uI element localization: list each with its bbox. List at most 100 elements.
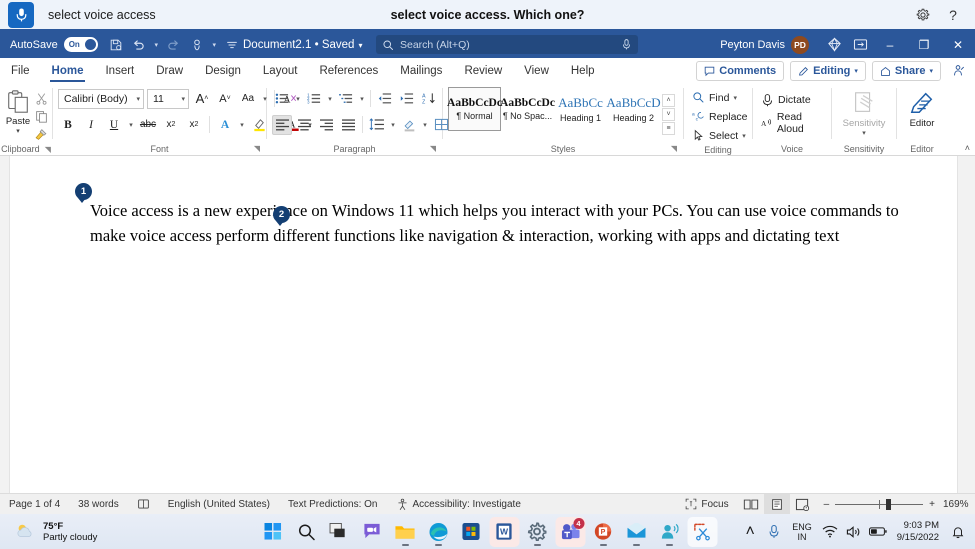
close-button[interactable]: ✕ [941, 31, 975, 58]
strikethrough-button[interactable]: abc [138, 115, 158, 135]
highlight-color-button[interactable] [249, 115, 269, 135]
people-button[interactable] [654, 517, 684, 547]
select-button[interactable]: Select ▾ [689, 126, 749, 145]
style-no-spacing[interactable]: AaBbCcDc ¶ No Spac... [500, 87, 555, 131]
style-heading-1[interactable]: AaBbCc Heading 1 [554, 87, 607, 131]
clipboard-dialog-launcher[interactable]: ◥ [45, 145, 51, 154]
teams-button[interactable]: 4 [555, 516, 585, 547]
chevron-down-icon[interactable]: ▾ [127, 121, 135, 129]
zoom-track[interactable] [835, 498, 924, 510]
word-button[interactable]: W [489, 516, 519, 547]
tab-references[interactable]: References [308, 58, 389, 84]
text-effects-button[interactable]: A [215, 115, 235, 135]
tab-file[interactable]: File [0, 58, 41, 84]
zoom-knob[interactable] [886, 498, 892, 510]
share-button[interactable]: Share ▾ [871, 61, 941, 81]
web-layout-icon[interactable] [790, 494, 816, 515]
grow-font-button[interactable]: A ˄ [192, 89, 212, 109]
tab-draw[interactable]: Draw [145, 58, 194, 84]
style-heading-2[interactable]: AaBbCcD Heading 2 [606, 87, 660, 131]
present-icon[interactable] [947, 61, 969, 81]
italic-button[interactable]: I [81, 115, 101, 135]
language-indicator[interactable]: ENG IN [787, 522, 817, 542]
chevron-down-icon[interactable]: ▾ [389, 121, 397, 129]
superscript-button[interactable]: x2 [184, 115, 204, 135]
line-spacing-icon[interactable] [367, 115, 387, 135]
tab-design[interactable]: Design [194, 58, 252, 84]
avatar[interactable]: PD [791, 35, 809, 54]
tab-review[interactable]: Review [453, 58, 513, 84]
styles-scroll-down-button[interactable]: ˅ [662, 108, 675, 121]
autosave-switch[interactable]: On [63, 37, 98, 52]
voice-access-number-badge-2[interactable]: 2 [273, 206, 290, 226]
autosave-toggle[interactable]: AutoSave On [10, 37, 98, 52]
chevron-down-icon[interactable]: ▾ [238, 121, 246, 129]
notification-bell-icon[interactable] [947, 517, 969, 547]
shrink-font-button[interactable]: A ˅ [215, 89, 235, 109]
word-count[interactable]: 38 words [69, 494, 128, 515]
style-normal[interactable]: AaBbCcDc ¶ Normal [447, 87, 502, 131]
underline-button[interactable]: U [104, 115, 124, 135]
shading-icon[interactable] [399, 115, 419, 135]
numbering-icon[interactable]: 1 2 3 [304, 89, 324, 109]
restore-button[interactable]: ❐ [907, 31, 941, 58]
document-page[interactable]: Voice access is a new experience on Wind… [9, 156, 958, 493]
help-icon[interactable]: ? [945, 7, 961, 23]
zoom-level[interactable]: 169% [943, 499, 975, 510]
print-layout-icon[interactable] [763, 493, 790, 515]
multilevel-list-icon[interactable] [336, 89, 356, 109]
accessibility-indicator[interactable]: Accessibility: Investigate [387, 494, 530, 515]
editing-button[interactable]: Editing ▾ [790, 61, 866, 81]
bold-button[interactable]: B [58, 115, 78, 135]
chevron-down-icon[interactable]: ▾ [16, 127, 20, 135]
diamond-icon[interactable] [821, 31, 847, 58]
search-box[interactable] [376, 35, 638, 54]
format-painter-icon[interactable] [31, 126, 51, 143]
minimize-button[interactable]: – [873, 31, 907, 58]
touch-icon[interactable] [187, 35, 207, 55]
font-size-combo[interactable]: 11 ▾ [147, 88, 189, 109]
styles-scroll-up-button[interactable]: ˄ [662, 94, 675, 107]
store-button[interactable] [456, 517, 486, 547]
redo-icon[interactable] [164, 35, 184, 55]
subscript-button[interactable]: x2 [161, 115, 181, 135]
chevron-down-icon[interactable]: ▾ [421, 121, 429, 129]
collapse-ribbon-icon[interactable]: ˄ [965, 143, 970, 153]
edge-button[interactable] [423, 517, 453, 547]
task-view-button[interactable] [324, 517, 354, 547]
chevron-up-icon[interactable]: ˄ [739, 517, 761, 547]
change-case-button[interactable]: Aa [238, 89, 258, 109]
comments-button[interactable]: Comments [696, 61, 785, 81]
align-left-icon[interactable] [272, 114, 292, 135]
chevron-down-icon[interactable]: ▾ [326, 95, 334, 103]
zoom-in-button[interactable]: + [929, 499, 935, 510]
tab-layout[interactable]: Layout [252, 58, 309, 84]
microphone-icon[interactable] [763, 517, 785, 547]
settings-button[interactable] [522, 517, 552, 547]
chat-button[interactable] [357, 517, 387, 547]
tab-insert[interactable]: Insert [94, 58, 145, 84]
language-indicator[interactable]: English (United States) [159, 494, 279, 515]
vertical-scrollbar[interactable] [961, 156, 975, 493]
page-indicator[interactable]: Page 1 of 4 [0, 494, 69, 515]
cut-icon[interactable] [31, 90, 51, 107]
powerpoint-button[interactable]: P [588, 517, 618, 547]
dictate-button[interactable]: Dictate [758, 90, 814, 109]
tab-home[interactable]: Home [41, 58, 95, 84]
gear-icon[interactable] [915, 7, 931, 23]
read-aloud-button[interactable]: A Read Aloud [758, 111, 826, 135]
clock[interactable]: 9:03 PM 9/15/2022 [891, 520, 945, 544]
file-explorer-button[interactable] [390, 517, 420, 547]
tab-view[interactable]: View [513, 58, 560, 84]
undo-dropdown-icon[interactable]: ▾ [152, 41, 161, 49]
document-title-button[interactable]: Document2.1 • Saved ▾ [243, 39, 362, 51]
increase-indent-icon[interactable] [397, 89, 417, 109]
align-center-icon[interactable] [294, 115, 314, 135]
weather-widget[interactable]: 75°F Partly cloudy [0, 521, 97, 543]
zoom-out-button[interactable]: – [824, 499, 830, 510]
copy-icon[interactable] [31, 108, 51, 125]
chevron-down-icon[interactable]: ▾ [358, 95, 366, 103]
snipping-tool-button[interactable] [687, 516, 717, 547]
focus-button[interactable]: Focus [676, 494, 737, 515]
search-button[interactable] [291, 517, 321, 547]
